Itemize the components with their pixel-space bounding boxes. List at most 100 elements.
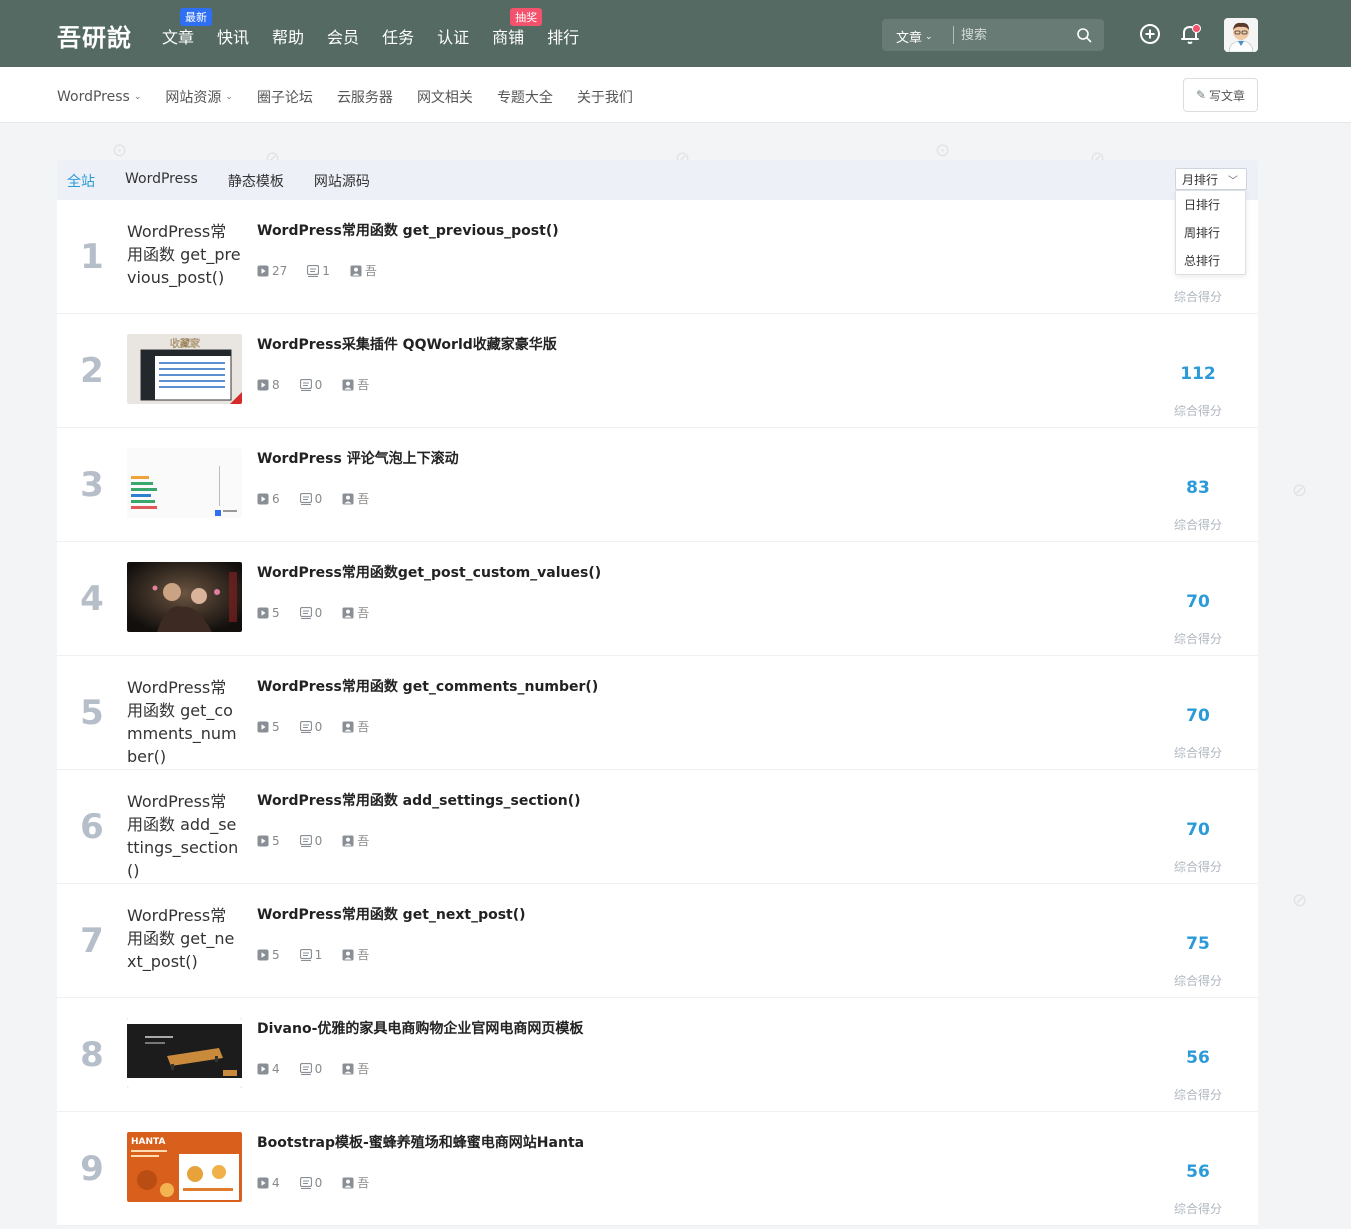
post-title[interactable]: Bootstrap模板-蜜蜂养殖场和蜂蜜电商网站Hanta xyxy=(257,1132,584,1152)
site-logo[interactable]: 吾研說 xyxy=(57,18,132,53)
ranking-row[interactable]: 8 Divano-优雅的家具电商购物企业官网电商网页模板 4 0 吾 56 综合… xyxy=(57,998,1258,1112)
post-title[interactable]: WordPress常用函数 get_next_post() xyxy=(257,904,526,924)
nav-item-vip[interactable]: 会员 xyxy=(327,24,359,48)
rank-number: 3 xyxy=(80,465,104,505)
author-name: 吾 xyxy=(357,606,370,620)
nav-item-news[interactable]: 快讯 xyxy=(217,24,249,48)
tab-site-source[interactable]: 网站源码 xyxy=(314,171,370,191)
author-name: 吾 xyxy=(357,834,370,848)
ranking-row[interactable]: 5 WordPress常用函数 get_comments_number() Wo… xyxy=(57,656,1258,770)
comment-icon xyxy=(307,264,320,277)
add-circle-icon[interactable] xyxy=(1138,22,1162,46)
comments-value: 1 xyxy=(314,947,323,962)
post-title[interactable]: WordPress常用函数get_post_custom_values() xyxy=(257,562,601,582)
author[interactable]: 吾 xyxy=(342,718,369,735)
search-input[interactable] xyxy=(961,25,1066,45)
post-thumbnail[interactable]: 收藏家 xyxy=(127,334,242,404)
rank-option-daily[interactable]: 日排行 xyxy=(1176,191,1245,219)
post-thumbnail[interactable] xyxy=(127,448,242,518)
post-thumbnail[interactable]: WordPress常用函数 get_next_post() xyxy=(127,904,242,973)
subnav-item-web-novel[interactable]: 网文相关 xyxy=(417,87,473,107)
write-article-button[interactable]: ✎ 写文章 xyxy=(1183,78,1258,112)
rank-period-select[interactable]: 月排行 ﹀ xyxy=(1175,168,1247,190)
nav-label: 商铺 xyxy=(492,28,525,47)
post-meta: 6 0 吾 xyxy=(257,490,389,507)
tab-all-site[interactable]: 全站 xyxy=(67,171,95,191)
author[interactable]: 吾 xyxy=(342,1060,369,1077)
post-meta: 27 1 吾 xyxy=(257,262,397,279)
comment-icon xyxy=(299,948,312,961)
subnav-item-forum[interactable]: 圈子论坛 xyxy=(257,87,313,107)
subnav-label: 专题大全 xyxy=(496,90,553,106)
nav-item-tasks[interactable]: 任务 xyxy=(382,24,414,48)
subnav-label: 圈子论坛 xyxy=(256,90,313,106)
play-icon xyxy=(257,1063,269,1074)
nav-item-help[interactable]: 帮助 xyxy=(272,24,304,48)
views-value: 4 xyxy=(272,1175,280,1190)
subnav-item-topics[interactable]: 专题大全 xyxy=(497,87,553,107)
nav-item-shop[interactable]: 商铺 抽奖 xyxy=(492,8,543,48)
views-count: 4 xyxy=(257,1062,280,1076)
rank-option-weekly[interactable]: 周排行 xyxy=(1176,219,1245,247)
ranking-row[interactable]: 3 WordPress 评论气泡上下滚动 6 0 吾 83 综合得分 xyxy=(57,428,1258,542)
tab-wordpress[interactable]: WordPress xyxy=(125,171,198,191)
post-thumbnail[interactable]: HANTA xyxy=(127,1132,242,1202)
nav-item-verify[interactable]: 认证 xyxy=(437,24,469,48)
furniture-thumb-image xyxy=(127,1018,242,1088)
views-count: 8 xyxy=(257,378,280,392)
post-thumbnail[interactable] xyxy=(127,562,242,632)
ranking-row[interactable]: 7 WordPress常用函数 get_next_post() WordPres… xyxy=(57,884,1258,998)
views-count: 5 xyxy=(257,834,280,848)
rank-option-total[interactable]: 总排行 xyxy=(1176,247,1245,275)
author[interactable]: 吾 xyxy=(342,376,369,393)
subnav-item-site-resources[interactable]: 网站资源 ⌄ xyxy=(165,87,233,107)
post-title[interactable]: WordPress常用函数 get_comments_number() xyxy=(257,676,598,696)
subnav-label: 云服务器 xyxy=(336,90,393,106)
subnav-item-cloud-server[interactable]: 云服务器 xyxy=(337,87,393,107)
ranking-row[interactable]: 9 HANTA Bootstrap模板-蜜蜂养殖场和蜂蜜电商网站Hanta 4 … xyxy=(57,1112,1258,1226)
author[interactable]: 吾 xyxy=(342,490,369,507)
author[interactable]: 吾 xyxy=(342,604,369,621)
post-title[interactable]: WordPress常用函数 get_previous_post() xyxy=(257,220,559,240)
nav-item-articles[interactable]: 文章 最新 xyxy=(162,8,212,48)
subnav-label: WordPress xyxy=(57,89,130,105)
post-thumbnail[interactable]: WordPress常用函数 get_comments_number() xyxy=(127,676,242,768)
views-count: 27 xyxy=(257,264,287,278)
ranking-row[interactable]: 1 WordPress常用函数 get_previous_post() Word… xyxy=(57,200,1258,314)
author[interactable]: 吾 xyxy=(342,1174,369,1191)
post-title[interactable]: WordPress常用函数 add_settings_section() xyxy=(257,790,581,810)
search-icon[interactable] xyxy=(1076,27,1092,43)
score-label: 综合得分 xyxy=(1173,290,1222,304)
post-meta: 4 0 吾 xyxy=(257,1174,389,1191)
ranking-row[interactable]: 6 WordPress常用函数 add_settings_section() W… xyxy=(57,770,1258,884)
rank-select-value: 月排行 xyxy=(1182,172,1219,187)
post-title[interactable]: WordPress 评论气泡上下滚动 xyxy=(257,448,459,468)
score-label: 综合得分 xyxy=(1173,632,1222,646)
author[interactable]: 吾 xyxy=(342,832,369,849)
avatar[interactable] xyxy=(1224,18,1258,52)
search-type-select[interactable]: 文章 ⌄ xyxy=(896,27,933,46)
post-thumbnail[interactable]: WordPress常用函数 get_previous_post() xyxy=(127,220,242,289)
ranking-row[interactable]: 2 收藏家 WordPress采集插件 QQWorld收藏家豪华版 8 0 吾 … xyxy=(57,314,1258,428)
subnav-item-wordpress[interactable]: WordPress ⌄ xyxy=(57,87,141,107)
subnav-item-about[interactable]: 关于我们 xyxy=(577,87,633,107)
tab-static-templates[interactable]: 静态模板 xyxy=(228,171,284,191)
hanta-thumb-image: HANTA xyxy=(127,1132,242,1202)
author[interactable]: 吾 xyxy=(350,262,377,279)
comment-icon xyxy=(299,1062,312,1075)
post-thumbnail[interactable]: WordPress常用函数 add_settings_section() xyxy=(127,790,242,882)
nav-item-ranking[interactable]: 排行 xyxy=(547,24,579,48)
rank-number: 2 xyxy=(80,351,104,391)
comment-icon xyxy=(299,834,312,847)
rank-number: 1 xyxy=(80,237,104,277)
ranking-row[interactable]: 4 WordPress常用函数get_post_custom_values() … xyxy=(57,542,1258,656)
author[interactable]: 吾 xyxy=(342,946,369,963)
play-icon xyxy=(257,835,269,846)
post-thumbnail[interactable] xyxy=(127,1018,242,1088)
comments-count: 1 xyxy=(307,264,330,278)
post-title[interactable]: WordPress采集插件 QQWorld收藏家豪华版 xyxy=(257,334,557,354)
author-name: 吾 xyxy=(357,1062,370,1076)
author-name: 吾 xyxy=(357,720,370,734)
post-title[interactable]: Divano-优雅的家具电商购物企业官网电商网页模板 xyxy=(257,1018,583,1038)
comments-count: 0 xyxy=(299,1062,322,1076)
